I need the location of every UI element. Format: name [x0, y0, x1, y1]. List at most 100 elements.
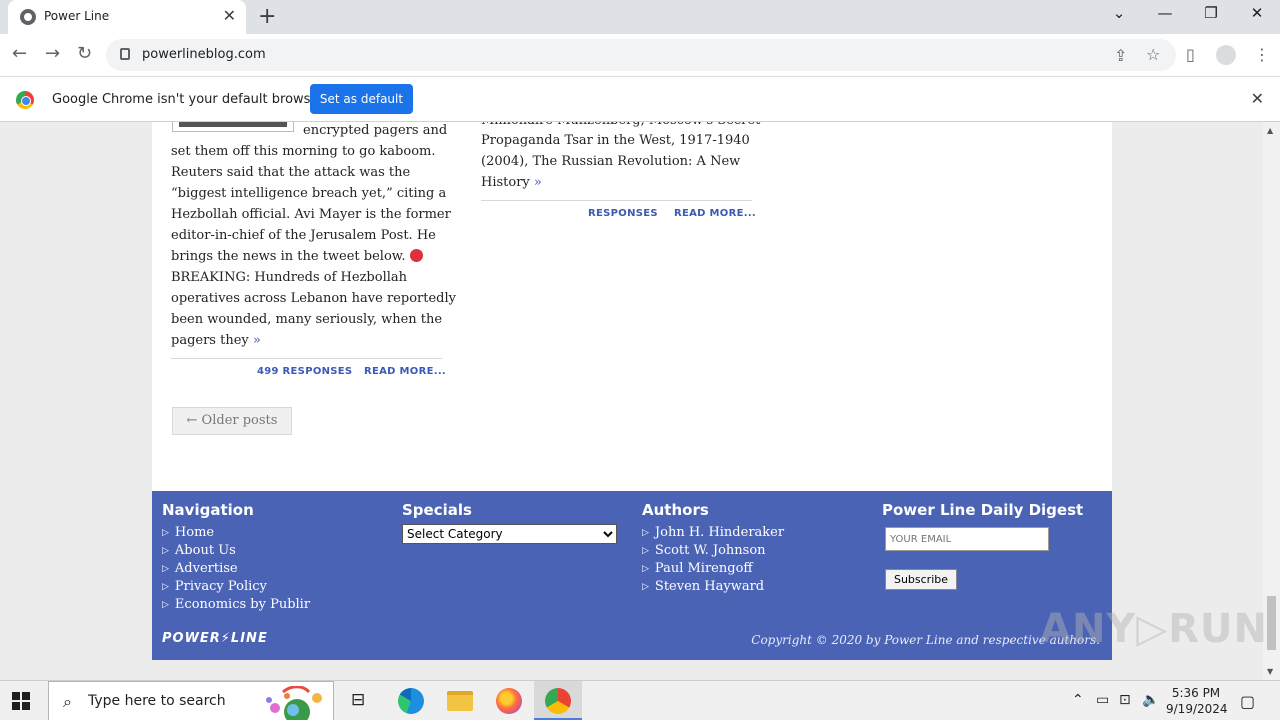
scroll-up-icon[interactable]: ▲	[1267, 126, 1273, 135]
chrome-logo-icon	[16, 91, 34, 109]
author-item[interactable]: ▷ Steven Hayward	[642, 578, 784, 596]
post-text-line: editor-in-chief of the Jerusalem Post. H…	[171, 228, 436, 243]
back-icon[interactable]: ←	[12, 43, 27, 64]
tab-strip: Power Line ✕ + ⌄ — ❐ ✕	[0, 0, 1280, 34]
taskview-icon[interactable]: ⊟	[351, 690, 365, 710]
category-select[interactable]: Select Category	[402, 524, 617, 544]
responses-link[interactable]: RESPONSES	[588, 208, 658, 219]
power-line-logo[interactable]: POWER⚡LINE	[162, 631, 268, 646]
plus-icon[interactable]: +	[258, 4, 276, 29]
email-field[interactable]	[885, 527, 1049, 551]
windows-start-icon[interactable]	[12, 692, 30, 710]
taskbar-search[interactable]: ⌕ Type here to search	[48, 681, 334, 720]
nav-item-home[interactable]: ▷ Home	[162, 524, 310, 542]
post-thumbnail[interactable]	[172, 122, 294, 132]
active-app-tile[interactable]	[534, 681, 582, 720]
search-placeholder[interactable]: Type here to search	[88, 693, 226, 709]
authors-list: ▷ John H. Hinderaker ▷ Scott W. Johnson ▷ P…	[642, 524, 784, 596]
post-text-line: operatives across Lebanon have reportedl…	[171, 291, 456, 306]
close-icon[interactable]: ✕	[1251, 89, 1264, 108]
triangle-icon: ▷	[162, 528, 169, 538]
nav-item-label[interactable]: Advertise	[175, 561, 238, 576]
continue-link[interactable]: »	[534, 175, 542, 190]
author-label[interactable]: John H. Hinderaker	[655, 525, 784, 540]
profile-icon[interactable]	[1216, 45, 1236, 65]
post-text-line: encrypted pagers and	[303, 123, 448, 138]
address-bar[interactable]: powerlineblog.com ⇪ ☆	[106, 39, 1176, 71]
post-text-line: History	[481, 175, 530, 190]
triangle-icon: ▷	[642, 564, 649, 574]
read-more-link[interactable]: READ MORE...	[364, 366, 446, 377]
triangle-icon: ▷	[162, 582, 169, 592]
reload-icon[interactable]: ↻	[77, 43, 92, 64]
older-posts-button[interactable]: ← Older posts	[172, 407, 292, 435]
post-text-line: been wounded, many seriously, when the	[171, 312, 443, 327]
nav-item-label[interactable]: Economics by Publir	[175, 597, 310, 612]
subscribe-button[interactable]: Subscribe	[885, 569, 957, 590]
chevron-up-icon[interactable]: ⌃	[1072, 692, 1084, 708]
read-more-link[interactable]: READ MORE...	[674, 208, 756, 219]
post-text-line: (2004), The Russian Revolution: A New	[481, 154, 741, 169]
author-label[interactable]: Scott W. Johnson	[655, 543, 766, 558]
post-text-row: pagers they »	[171, 330, 261, 351]
firefox-icon[interactable]	[496, 688, 522, 714]
minimize-icon[interactable]: —	[1142, 4, 1188, 22]
globe-icon	[20, 9, 36, 25]
scroll-down-icon[interactable]: ▼	[1267, 667, 1273, 676]
nav-item-label[interactable]: Privacy Policy	[175, 579, 267, 594]
author-label[interactable]: Steven Hayward	[655, 579, 764, 594]
tab-search-icon[interactable]: ⌄	[1096, 4, 1142, 22]
infobar-message: Google Chrome isn't your default browser	[52, 92, 324, 107]
continue-link[interactable]: »	[253, 333, 261, 348]
explorer-icon[interactable]	[447, 691, 473, 711]
specials-heading: Specials	[402, 501, 472, 519]
star-icon[interactable]: ☆	[1146, 45, 1160, 64]
nav-item-label[interactable]: Home	[175, 525, 214, 540]
window-close-icon[interactable]: ✕	[1234, 4, 1280, 22]
navigation-list: ▷ Home ▷ About Us ▷ Advertise ▷ Privacy Poli…	[162, 524, 310, 614]
page-scrollbar[interactable]: ▲ ▼	[1263, 122, 1280, 680]
post-text-line: Reuters said that the attack was the	[171, 165, 411, 180]
browser-toolbar: ← → ↻ powerlineblog.com ⇪ ☆ ▯ ⋮	[0, 34, 1280, 76]
triangle-icon: ▷	[642, 528, 649, 538]
post-text-line: set them off this morning to go kaboom.	[171, 144, 436, 159]
nav-item-about[interactable]: ▷ About Us	[162, 542, 310, 560]
nav-item-advertise[interactable]: ▷ Advertise	[162, 560, 310, 578]
device-icon[interactable]: ▭	[1096, 692, 1109, 708]
browser-tab[interactable]: Power Line ✕	[8, 0, 246, 34]
notification-icon[interactable]: ▢	[1240, 692, 1255, 711]
edge-icon[interactable]	[398, 688, 424, 714]
author-item[interactable]: ▷ John H. Hinderaker	[642, 524, 784, 542]
forward-icon[interactable]: →	[45, 43, 60, 64]
post-text-row: History »	[481, 172, 542, 193]
sidepanel-icon[interactable]: ▯	[1186, 45, 1195, 64]
chrome-icon[interactable]	[545, 688, 571, 714]
lock-icon[interactable]	[120, 48, 130, 60]
nav-item-privacy[interactable]: ▷ Privacy Policy	[162, 578, 310, 596]
set-as-default-button[interactable]: Set as default	[310, 84, 413, 114]
clock-time: 5:36 PM	[1171, 686, 1221, 700]
scrollbar-thumb[interactable]	[1267, 596, 1276, 650]
url-text[interactable]: powerlineblog.com	[142, 47, 266, 62]
triangle-icon: ▷	[162, 600, 169, 610]
nav-item-economics[interactable]: ▷ Economics by Publir	[162, 596, 310, 614]
author-item[interactable]: ▷ Paul Mirengoff	[642, 560, 784, 578]
red-circle-icon	[409, 249, 423, 262]
network-icon[interactable]: ⊡	[1119, 692, 1131, 708]
post-divider	[481, 200, 752, 201]
responses-link[interactable]: 499 RESPONSES	[257, 366, 352, 377]
triangle-icon: ▷	[162, 564, 169, 574]
close-icon[interactable]: ✕	[223, 6, 236, 25]
digest-heading: Power Line Daily Digest	[882, 501, 1084, 519]
post-text-line: pagers they	[171, 333, 249, 348]
menu-icon[interactable]: ⋮	[1254, 45, 1270, 64]
share-icon[interactable]: ⇪	[1114, 46, 1127, 65]
triangle-icon: ▷	[162, 546, 169, 556]
author-item[interactable]: ▷ Scott W. Johnson	[642, 542, 784, 560]
restore-icon[interactable]: ❐	[1188, 4, 1234, 22]
taskbar-clock[interactable]: 5:36 PM 9/19/2024	[1166, 685, 1228, 717]
clock-date: 9/19/2024	[1166, 702, 1228, 716]
volume-icon[interactable]: 🔈	[1142, 692, 1159, 708]
nav-item-label[interactable]: About Us	[175, 543, 236, 558]
author-label[interactable]: Paul Mirengoff	[655, 561, 753, 576]
